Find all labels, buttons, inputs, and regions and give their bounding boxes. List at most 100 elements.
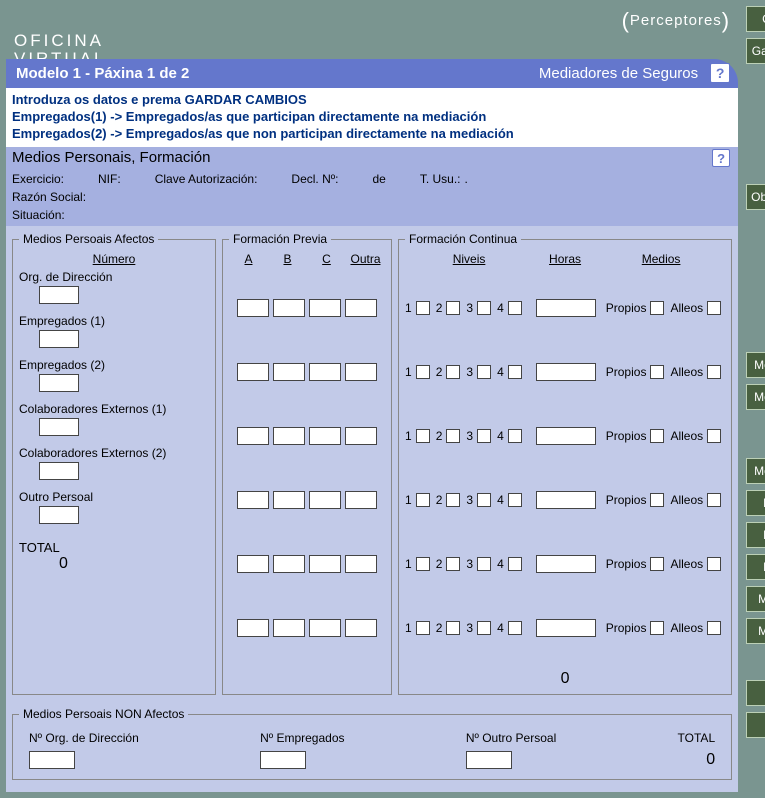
- modelo-4-button[interactable]: Modelo 4: [746, 554, 765, 580]
- nivel-3-checkbox[interactable]: [477, 301, 491, 315]
- meta-razon: Razón Social:: [12, 190, 90, 204]
- previa-c-input[interactable]: [309, 619, 341, 637]
- modelo-5-2-button[interactable]: Modelo 5.2: [746, 586, 765, 612]
- numero-input[interactable]: [39, 330, 79, 348]
- axuda-button[interactable]: Axuda: [746, 680, 765, 706]
- modelo-0-p1-button[interactable]: Modelo 0 P1: [746, 352, 765, 378]
- nivel-1-checkbox[interactable]: [416, 493, 430, 507]
- menu-button[interactable]: Menú: [746, 712, 765, 738]
- nivel-4-checkbox[interactable]: [508, 493, 522, 507]
- previa-outra-input[interactable]: [345, 555, 377, 573]
- previa-a-input[interactable]: [237, 427, 269, 445]
- nivel-1-checkbox[interactable]: [416, 557, 430, 571]
- horas-input[interactable]: [536, 427, 596, 445]
- nivel-4-checkbox[interactable]: [508, 557, 522, 571]
- section-title: Medios Personais, Formación: [12, 149, 210, 166]
- nivel-2-checkbox[interactable]: [446, 493, 460, 507]
- previa-outra-input[interactable]: [345, 491, 377, 509]
- previa-b-input[interactable]: [273, 491, 305, 509]
- horas-input[interactable]: [536, 555, 596, 573]
- nivel-1-checkbox[interactable]: [416, 365, 430, 379]
- na-outro-input[interactable]: [466, 751, 512, 769]
- alleos-label: Alleos: [670, 621, 703, 635]
- previa-a-input[interactable]: [237, 555, 269, 573]
- nivel-1-checkbox[interactable]: [416, 429, 430, 443]
- na-org-input[interactable]: [29, 751, 75, 769]
- numero-input[interactable]: [39, 506, 79, 524]
- nivel-2-checkbox[interactable]: [446, 301, 460, 315]
- numero-input[interactable]: [39, 462, 79, 480]
- previa-outra-input[interactable]: [345, 299, 377, 317]
- help-icon[interactable]: ?: [712, 149, 730, 167]
- numero-input[interactable]: [39, 418, 79, 436]
- horas-input[interactable]: [536, 299, 596, 317]
- alleos-checkbox[interactable]: [707, 557, 721, 571]
- nivel-2-checkbox[interactable]: [446, 557, 460, 571]
- nivel-2-checkbox[interactable]: [446, 365, 460, 379]
- na-total-value: 0: [706, 751, 715, 769]
- numero-input[interactable]: [39, 286, 79, 304]
- previa-b-input[interactable]: [273, 619, 305, 637]
- previa-c-input[interactable]: [309, 491, 341, 509]
- nivel-3-checkbox[interactable]: [477, 557, 491, 571]
- propios-checkbox[interactable]: [650, 365, 664, 379]
- previa-outra-input[interactable]: [345, 619, 377, 637]
- observacions-button[interactable]: Observacións: [746, 184, 765, 210]
- medios-cell: PropiosAlleos: [606, 557, 725, 571]
- nivel-2-checkbox[interactable]: [446, 429, 460, 443]
- previa-a-input[interactable]: [237, 299, 269, 317]
- nivel-4-checkbox[interactable]: [508, 301, 522, 315]
- nivel-1-checkbox[interactable]: [416, 621, 430, 635]
- nivel-3-checkbox[interactable]: [477, 493, 491, 507]
- alleos-checkbox[interactable]: [707, 365, 721, 379]
- horas-input[interactable]: [536, 619, 596, 637]
- consultar-button[interactable]: Consultar: [746, 6, 765, 32]
- propios-checkbox[interactable]: [650, 429, 664, 443]
- na-emp: Nº Empregados: [260, 731, 344, 769]
- nivel-4-checkbox[interactable]: [508, 429, 522, 443]
- alleos-checkbox[interactable]: [707, 429, 721, 443]
- propios-checkbox[interactable]: [650, 301, 664, 315]
- nivel-4-checkbox[interactable]: [508, 365, 522, 379]
- previa-c-input[interactable]: [309, 555, 341, 573]
- horas-input[interactable]: [536, 363, 596, 381]
- previa-a-input[interactable]: [237, 619, 269, 637]
- previa-a-input[interactable]: [237, 491, 269, 509]
- previa-b-input[interactable]: [273, 427, 305, 445]
- nivel-4-checkbox[interactable]: [508, 621, 522, 635]
- non-afectos-grid: Nº Org. de Dirección Nº Empregados Nº Ou…: [19, 727, 725, 773]
- previa-b-input[interactable]: [273, 363, 305, 381]
- propios-checkbox[interactable]: [650, 621, 664, 635]
- help-icon[interactable]: ?: [710, 63, 730, 83]
- previa-outra-input[interactable]: [345, 427, 377, 445]
- alleos-checkbox[interactable]: [707, 621, 721, 635]
- nivel-1-checkbox[interactable]: [416, 301, 430, 315]
- propios-checkbox[interactable]: [650, 557, 664, 571]
- numero-input[interactable]: [39, 374, 79, 392]
- nivel-2-checkbox[interactable]: [446, 621, 460, 635]
- alleos-checkbox[interactable]: [707, 301, 721, 315]
- nivel-3-checkbox[interactable]: [477, 365, 491, 379]
- nivel-label: 1: [405, 301, 412, 315]
- previa-c-input[interactable]: [309, 427, 341, 445]
- alleos-checkbox[interactable]: [707, 493, 721, 507]
- previa-a-input[interactable]: [237, 363, 269, 381]
- modelo-2-button[interactable]: Modelo 2: [746, 490, 765, 516]
- nivel-3-checkbox[interactable]: [477, 429, 491, 443]
- modelo-1-p2-button[interactable]: Modelo 1 P2: [746, 458, 765, 484]
- propios-checkbox[interactable]: [650, 493, 664, 507]
- na-emp-input[interactable]: [260, 751, 306, 769]
- modelo-3-button[interactable]: Modelo 3: [746, 522, 765, 548]
- modelo-0-p2-button[interactable]: Modelo 0 P2: [746, 384, 765, 410]
- previa-c-input[interactable]: [309, 299, 341, 317]
- modelo-5-3-button[interactable]: Modelo 5.3: [746, 618, 765, 644]
- gardar-datos-button[interactable]: Gardar Datos: [746, 38, 765, 64]
- previa-b-input[interactable]: [273, 555, 305, 573]
- na-org-label: Nº Org. de Dirección: [29, 731, 139, 745]
- previa-b-input[interactable]: [273, 299, 305, 317]
- horas-input[interactable]: [536, 491, 596, 509]
- nivel-3-checkbox[interactable]: [477, 621, 491, 635]
- nivel-label: 4: [497, 493, 504, 507]
- previa-outra-input[interactable]: [345, 363, 377, 381]
- previa-c-input[interactable]: [309, 363, 341, 381]
